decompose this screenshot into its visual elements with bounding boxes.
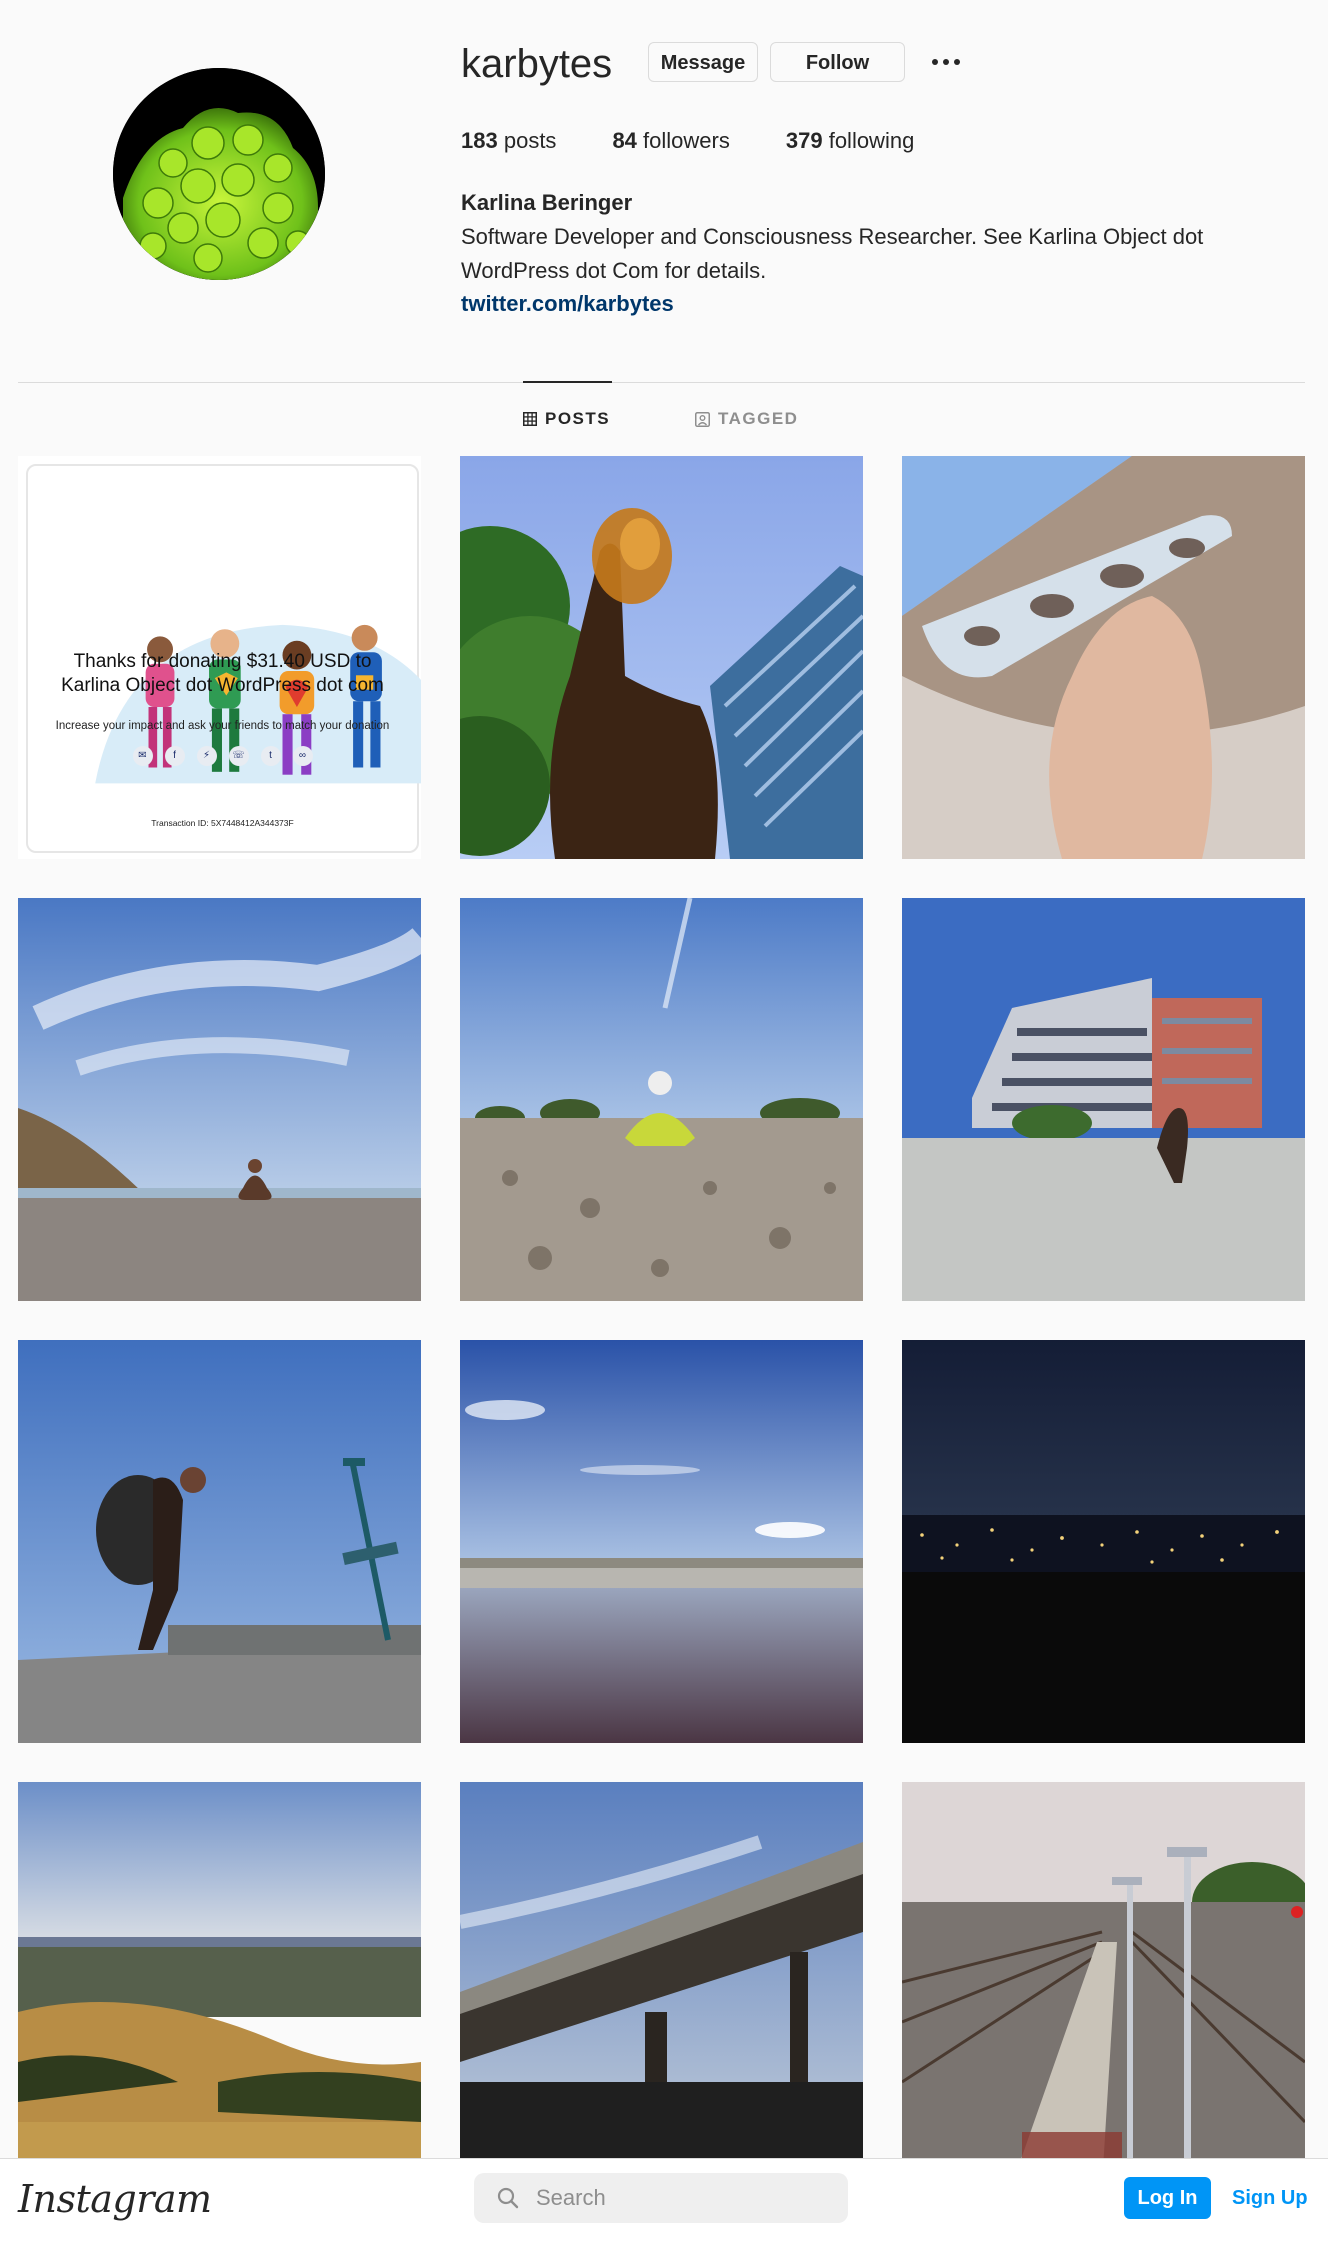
profile-full-name: Karlina Beringer — [461, 190, 633, 215]
share-icons: ✉ f ⚡ ☏ t ∞ — [28, 746, 417, 766]
posts-label: posts — [503, 128, 557, 153]
grid-icon — [523, 412, 537, 426]
post-donation-receipt[interactable]: Thanks for donating $31.40 USD to Karlin… — [18, 456, 421, 859]
post-office-building-hiker[interactable] — [902, 898, 1305, 1301]
donation-title-line2: Karlina Object dot WordPress dot com — [61, 675, 384, 696]
tab-tagged[interactable]: TAGGED — [695, 408, 798, 430]
twitter-icon: t — [260, 746, 281, 766]
post-elevated-train[interactable] — [460, 1782, 863, 2185]
email-icon: ✉ — [132, 746, 153, 766]
log-in-button[interactable]: Log In — [1124, 2177, 1211, 2219]
posts-count: 183 — [461, 128, 498, 153]
following-label: following — [828, 128, 915, 153]
post-gravel-sitting[interactable] — [460, 898, 863, 1301]
profile-stats: 183 posts 84 followers 379 following — [461, 126, 914, 156]
donation-title-line1: Thanks for donating $31.40 USD to — [73, 651, 372, 672]
profile-username: karbytes — [461, 42, 613, 86]
search-icon — [496, 2186, 520, 2210]
tagged-icon — [695, 411, 710, 427]
followers-count: 84 — [612, 128, 637, 153]
post-rail-yard[interactable] — [902, 1782, 1305, 2185]
tab-posts[interactable]: POSTS — [523, 408, 610, 430]
whatsapp-icon: ☏ — [228, 746, 249, 766]
profile-bio: Software Developer and Consciousness Res… — [461, 224, 1204, 283]
donation-card: Thanks for donating $31.40 USD to Karlin… — [26, 464, 421, 853]
follow-button[interactable]: Follow — [770, 42, 905, 82]
tab-tagged-label: TAGGED — [718, 409, 799, 428]
followers-label: followers — [643, 128, 730, 153]
following-count: 379 — [785, 128, 823, 153]
link-icon: ∞ — [292, 746, 313, 766]
facebook-icon: f — [164, 746, 185, 766]
post-beach-meditation[interactable] — [18, 898, 421, 1301]
search-placeholder: Search — [536, 2185, 606, 2210]
post-hiker-overpass[interactable] — [18, 1340, 421, 1743]
sign-up-link[interactable]: Sign Up — [1232, 2177, 1308, 2219]
search-input[interactable]: Search — [474, 2173, 848, 2223]
tabs-divider — [18, 382, 1305, 383]
profile-avatar[interactable] — [113, 68, 325, 280]
tab-posts-label: POSTS — [545, 409, 611, 428]
instagram-logo[interactable]: Instagram — [18, 2175, 212, 2223]
post-bay-reflection[interactable] — [460, 1340, 863, 1743]
profile-website-link[interactable]: twitter.com/karbytes — [461, 287, 674, 321]
post-city-lights-night[interactable] — [902, 1340, 1305, 1743]
donation-title: Thanks for donating $31.40 USD to Karlin… — [28, 650, 417, 698]
active-tab-indicator — [523, 381, 612, 383]
post-amber-glass[interactable] — [460, 456, 863, 859]
posts-stat: 183 posts — [461, 126, 556, 156]
post-golden-hills[interactable] — [18, 1782, 421, 2185]
messenger-icon: ⚡ — [196, 746, 217, 766]
more-options-icon[interactable] — [928, 42, 964, 82]
donation-subtitle: Increase your impact and ask your friend… — [55, 720, 390, 732]
following-stat[interactable]: 379 following — [786, 126, 914, 156]
post-glass-pipe-beach[interactable] — [902, 456, 1305, 859]
followers-stat[interactable]: 84 followers — [612, 126, 729, 156]
transaction-id: Transaction ID: 5X7448412A344373F — [151, 818, 294, 828]
message-button[interactable]: Message — [648, 42, 758, 82]
